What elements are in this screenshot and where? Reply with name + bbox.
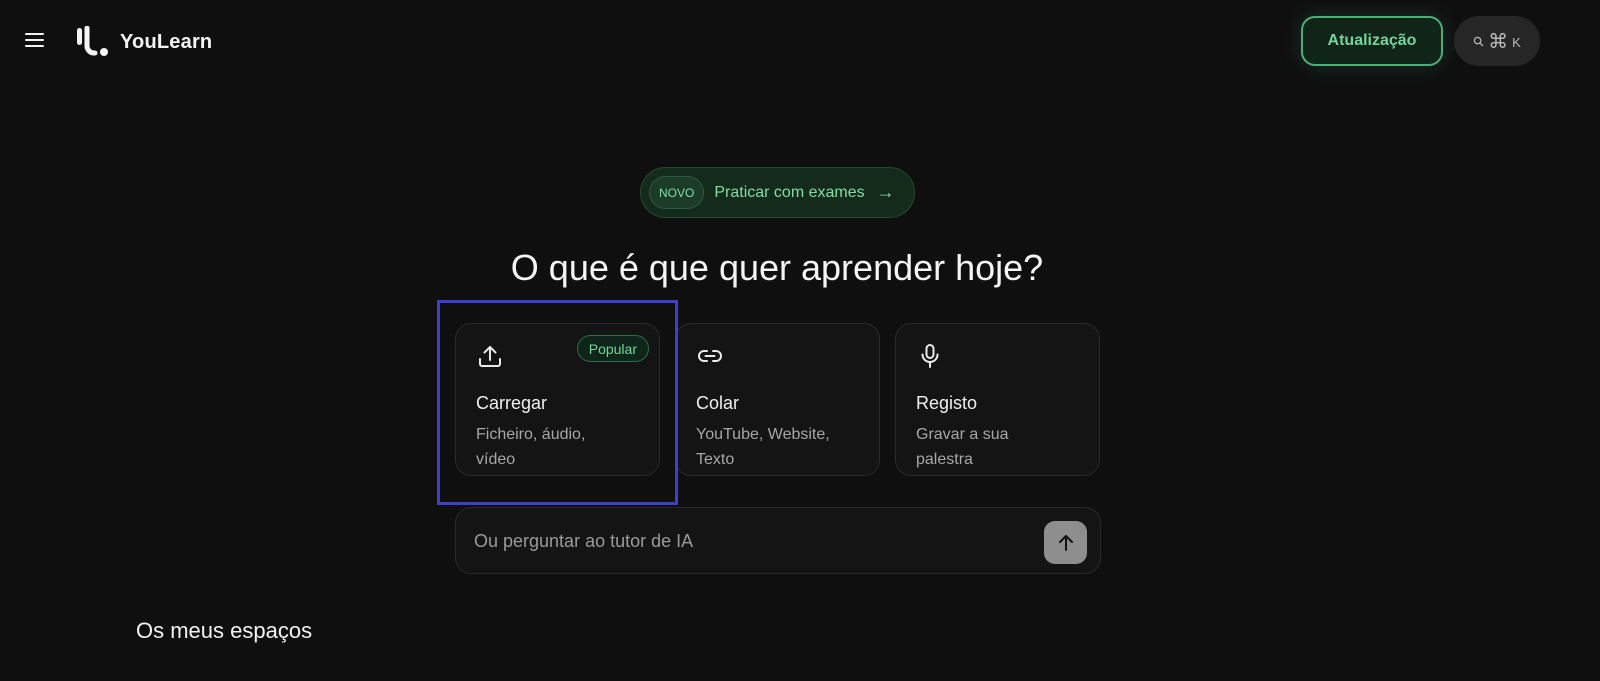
ask-tutor-box — [455, 507, 1101, 574]
send-button[interactable] — [1044, 521, 1087, 564]
my-spaces-title: Os meus espaços — [136, 618, 313, 643]
hamburger-menu-icon[interactable] — [24, 30, 46, 50]
new-badge: NOVO — [649, 176, 705, 209]
brand-name: YouLearn — [120, 30, 213, 53]
record-card[interactable]: Registo Gravar a sua palestra — [895, 323, 1100, 476]
card-title-paste: Colar — [696, 393, 740, 413]
card-title-upload: Carregar — [476, 393, 548, 413]
card-description-upload: Ficheiro, áudio, vídeo — [476, 426, 586, 468]
microphone-icon — [921, 344, 939, 368]
upload-icon — [479, 346, 501, 367]
k-key-glyph: K — [1512, 34, 1521, 50]
command-key-glyph: ⌘ — [1488, 30, 1509, 53]
brand-logo[interactable]: YouLearn — [76, 26, 212, 58]
upload-card[interactable]: Popular Carregar Ficheiro, áudio, vídeo — [455, 323, 660, 476]
page-title: O que é que quer aprender hoje? — [510, 247, 1044, 288]
link-icon — [698, 350, 722, 362]
search-icon — [1473, 36, 1484, 46]
search-command-button[interactable]: ⌘ K — [1454, 16, 1540, 66]
arrow-right-icon: → — [876, 182, 895, 202]
card-description-record: Gravar a sua palestra — [916, 426, 1009, 468]
card-description-paste: YouTube, Website, Texto — [696, 426, 830, 468]
paste-card[interactable]: Colar YouTube, Website, Texto — [675, 323, 880, 476]
practice-exams-promo[interactable]: NOVO Praticar com exames → — [640, 167, 915, 218]
popular-badge: Popular — [576, 335, 649, 362]
card-title-record: Registo — [916, 393, 978, 413]
youlearn-logo-icon — [77, 26, 108, 56]
promo-label: Praticar com exames — [714, 183, 865, 201]
upgrade-button[interactable]: Atualização — [1301, 16, 1443, 66]
ask-tutor-input[interactable] — [472, 522, 1032, 560]
arrow-up-icon — [1058, 534, 1073, 551]
